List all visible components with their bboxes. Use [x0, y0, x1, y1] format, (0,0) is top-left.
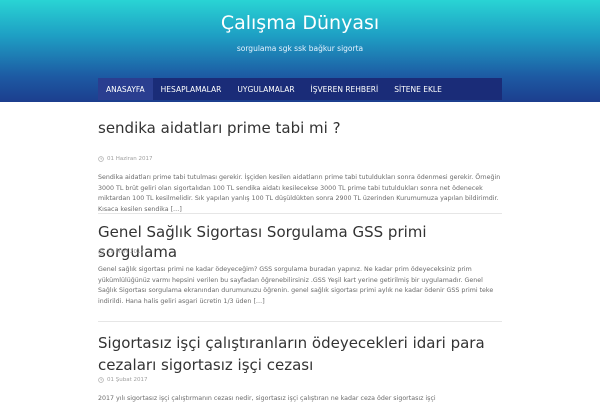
post-item: sendika aidatları prime tabi mi ? 01 Haz… — [98, 118, 502, 214]
site-description: sorgulama sgk ssk bağkur sigorta — [236, 44, 364, 53]
nav-item-hesaplamalar[interactable]: HESAPLAMALAR — [153, 78, 230, 100]
nav-item-sitene-ekle[interactable]: SİTENE EKLE — [386, 78, 450, 100]
post-date-text[interactable]: 18 Mart 2017 — [107, 249, 144, 255]
post-date: 01 Haziran 2017 — [98, 156, 153, 162]
site-header: Çalışma Dünyası sorgulama sgk ssk bağkur… — [0, 0, 600, 102]
post-item: Genel Sağlık Sigortası Sorgulama GSS pri… — [98, 222, 502, 322]
post-title[interactable]: Sigortasız işçi çalıştıranların ödeyecek… — [98, 332, 502, 376]
post-item: Sigortasız işçi çalıştıranların ödeyecek… — [98, 332, 502, 412]
clock-icon — [98, 249, 104, 255]
read-more-link[interactable]: […] — [253, 298, 264, 305]
nav-item-isveren-rehberi[interactable]: İŞVEREN REHBERİ — [303, 78, 387, 100]
site-title[interactable]: Çalışma Dünyası — [0, 12, 600, 34]
clock-icon — [98, 156, 104, 162]
post-title[interactable]: Genel Sağlık Sigortası Sorgulama GSS pri… — [98, 222, 502, 262]
post-title[interactable]: sendika aidatları prime tabi mi ? — [98, 118, 341, 138]
read-more-link[interactable]: […] — [171, 206, 182, 213]
post-excerpt: Genel sağlık sigortası primi ne kadar öd… — [98, 265, 502, 307]
post-excerpt: Sendika aidatları prime tabi tutulması g… — [98, 173, 502, 215]
post-excerpt-text: Sendika aidatları prime tabi tutulması g… — [98, 174, 501, 213]
post-excerpt: 2017 yılı sigortasız işçi çalıştırmanın … — [98, 394, 502, 405]
post-date-text[interactable]: 01 Şubat 2017 — [107, 377, 148, 383]
post-date: 18 Mart 2017 — [98, 249, 144, 255]
main-nav: ANASAYFA HESAPLAMALAR UYGULAMALAR İŞVERE… — [98, 78, 502, 100]
post-excerpt-text: Genel sağlık sigortası primi ne kadar öd… — [98, 266, 494, 305]
nav-item-uygulamalar[interactable]: UYGULAMALAR — [229, 78, 302, 100]
clock-icon — [98, 377, 104, 383]
post-date: 01 Şubat 2017 — [98, 377, 148, 383]
post-date-text[interactable]: 01 Haziran 2017 — [107, 156, 153, 162]
post-excerpt-text: 2017 yılı sigortasız işçi çalıştırmanın … — [98, 395, 436, 402]
nav-item-anasayfa[interactable]: ANASAYFA — [98, 78, 153, 100]
